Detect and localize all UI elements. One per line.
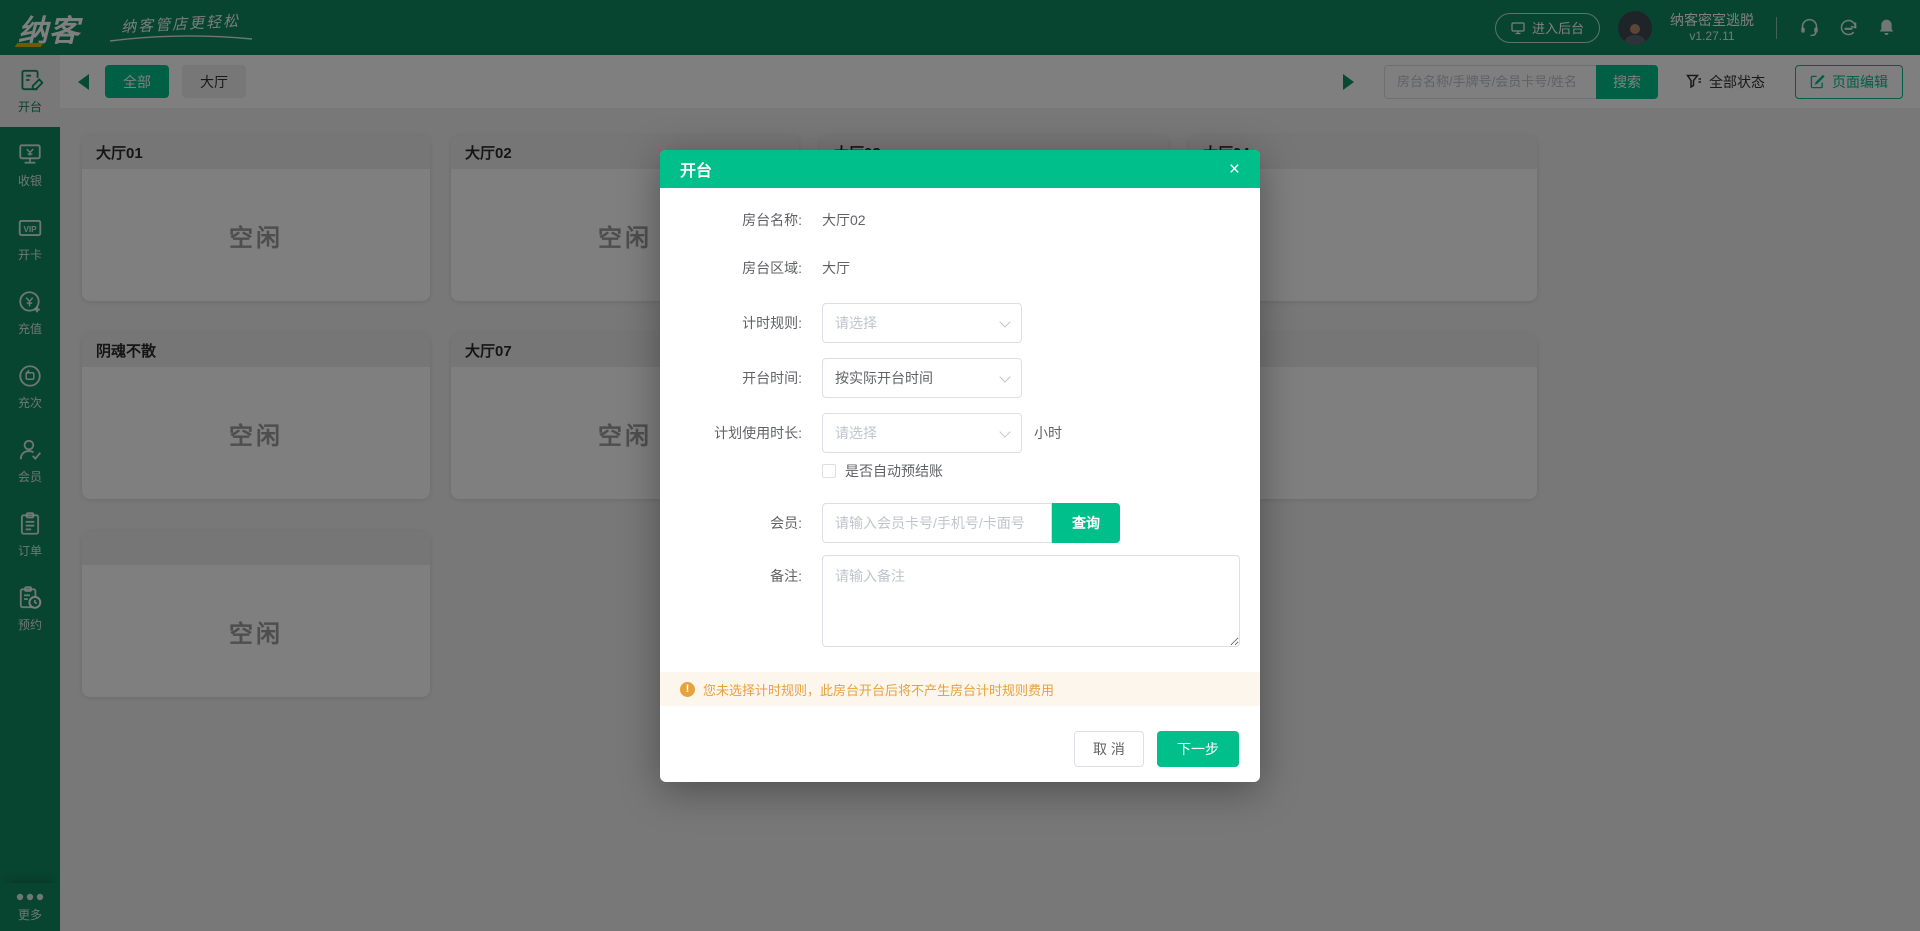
remark-textarea[interactable] — [822, 555, 1240, 647]
auto-prebill-checkbox[interactable] — [822, 464, 836, 478]
planned-duration-row: 计划使用时长: 请选择 小时 — [680, 413, 1240, 453]
member-input[interactable] — [822, 503, 1052, 543]
dialog-title: 开台 — [680, 163, 713, 180]
cancel-button[interactable]: 取 消 — [1074, 731, 1144, 767]
timing-rule-row: 计时规则: 请选择 — [680, 303, 1240, 343]
warning-banner: ! 您未选择计时规则，此房台开台后将不产生房台计时规则费用 — [660, 672, 1260, 706]
chevron-down-icon — [999, 316, 1011, 328]
room-area-value: 大厅 — [822, 260, 850, 276]
remark-row: 备注: — [680, 555, 1240, 647]
chevron-down-icon — [999, 426, 1011, 438]
member-row: 会员: 查询 — [680, 503, 1240, 543]
close-icon[interactable]: × — [1229, 160, 1240, 179]
auto-prebill-label: 是否自动预结账 — [845, 463, 943, 479]
chevron-down-icon — [999, 371, 1011, 383]
planned-duration-select[interactable]: 请选择 — [822, 413, 1022, 453]
warning-icon: ! — [680, 681, 695, 697]
duration-unit-label: 小时 — [1034, 425, 1062, 441]
dialog-header: 开台 × — [660, 150, 1260, 188]
remark-label: 备注: — [770, 568, 802, 584]
member-query-button[interactable]: 查询 — [1052, 503, 1120, 543]
timing-rule-label: 计时规则: — [742, 315, 802, 331]
open-time-row: 开台时间: 按实际开台时间 — [680, 358, 1240, 398]
room-area-label: 房台区域: — [742, 260, 802, 276]
dialog-footer: 取 消 下一步 — [660, 706, 1260, 782]
room-area-row: 房台区域: 大厅 — [680, 258, 1240, 278]
open-time-value: 按实际开台时间 — [835, 370, 933, 386]
open-time-label: 开台时间: — [742, 370, 802, 386]
timing-rule-select[interactable]: 请选择 — [822, 303, 1022, 343]
open-table-dialog: 开台 × 房台名称: 大厅02 房台区域: 大厅 计时规则: 请选择 开台时间:… — [660, 150, 1260, 782]
planned-duration-label: 计划使用时长: — [714, 425, 802, 441]
warning-text: 您未选择计时规则，此房台开台后将不产生房台计时规则费用 — [703, 682, 1055, 698]
room-name-row: 房台名称: 大厅02 — [680, 210, 1240, 230]
timing-rule-placeholder: 请选择 — [835, 315, 877, 331]
member-label: 会员: — [770, 515, 802, 531]
open-time-select[interactable]: 按实际开台时间 — [822, 358, 1022, 398]
room-name-value: 大厅02 — [822, 212, 866, 228]
room-name-label: 房台名称: — [742, 212, 802, 228]
planned-duration-placeholder: 请选择 — [835, 425, 877, 441]
auto-prebill-row: 是否自动预结账 — [822, 461, 1240, 481]
next-step-button[interactable]: 下一步 — [1157, 731, 1239, 767]
